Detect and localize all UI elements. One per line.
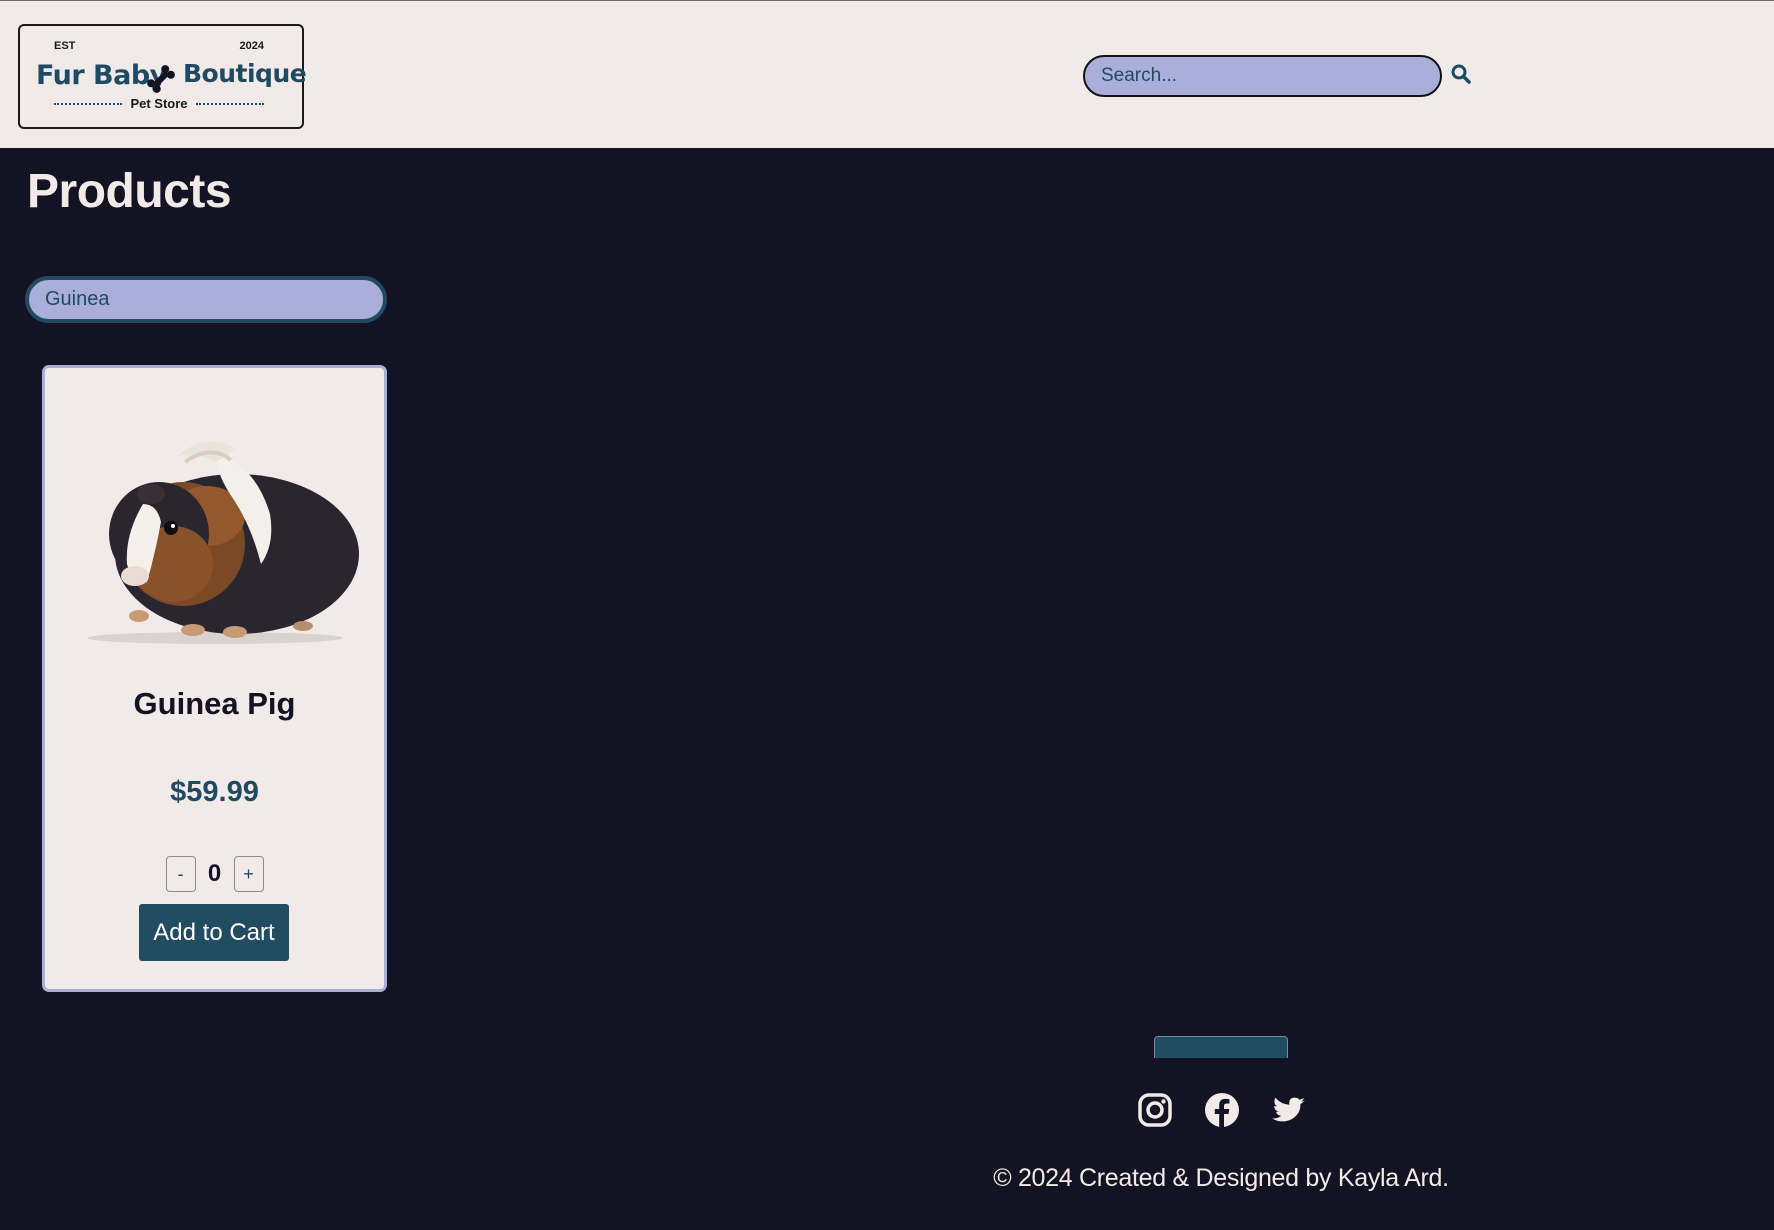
facebook-icon[interactable] — [1203, 1091, 1241, 1129]
product-name: Guinea Pig — [133, 686, 296, 721]
product-card: Guinea Pig $59.99 - 0 + Add to Cart — [42, 365, 387, 992]
page: EST 2024 Fur Baby Boutique Pet Store Sea… — [0, 0, 1774, 1230]
quantity-value: 0 — [207, 860, 222, 887]
product-filter-input[interactable] — [25, 276, 387, 323]
view-cart-button[interactable]: View Cart — [1154, 1036, 1288, 1058]
social-links — [1136, 1090, 1308, 1130]
logo-brand-right: Boutique — [183, 59, 307, 88]
logo-divider — [54, 102, 123, 105]
site-logo[interactable]: EST 2024 Fur Baby Boutique Pet Store — [18, 24, 307, 129]
product-price: $59.99 — [170, 776, 259, 808]
logo-est: EST — [54, 40, 76, 52]
bone-icon — [147, 65, 175, 93]
logo-subtitle: Pet Store — [130, 96, 188, 111]
instagram-icon[interactable] — [1136, 1091, 1174, 1129]
search-icon[interactable] — [1450, 63, 1472, 85]
add-to-cart-button[interactable]: Add to Cart — [139, 904, 289, 961]
page-title: Products — [27, 165, 232, 218]
logo-subline: Pet Store — [54, 96, 265, 111]
logo-year: 2024 — [239, 40, 264, 52]
twitter-icon[interactable] — [1270, 1091, 1308, 1129]
copyright-text: © 2024 Created & Designed by Kayla Ard. — [993, 1164, 1449, 1192]
view-cart-container: View Cart — [1154, 1036, 1289, 1058]
decrement-button[interactable]: - — [165, 856, 196, 892]
increment-button[interactable]: + — [233, 856, 264, 892]
logo-divider — [195, 102, 265, 105]
quantity-stepper: - 0 + — [45, 856, 384, 892]
guinea-pig-image — [65, 404, 367, 654]
site-header: EST 2024 Fur Baby Boutique Pet Store — [0, 0, 1774, 148]
header-search-input[interactable] — [1083, 55, 1442, 97]
